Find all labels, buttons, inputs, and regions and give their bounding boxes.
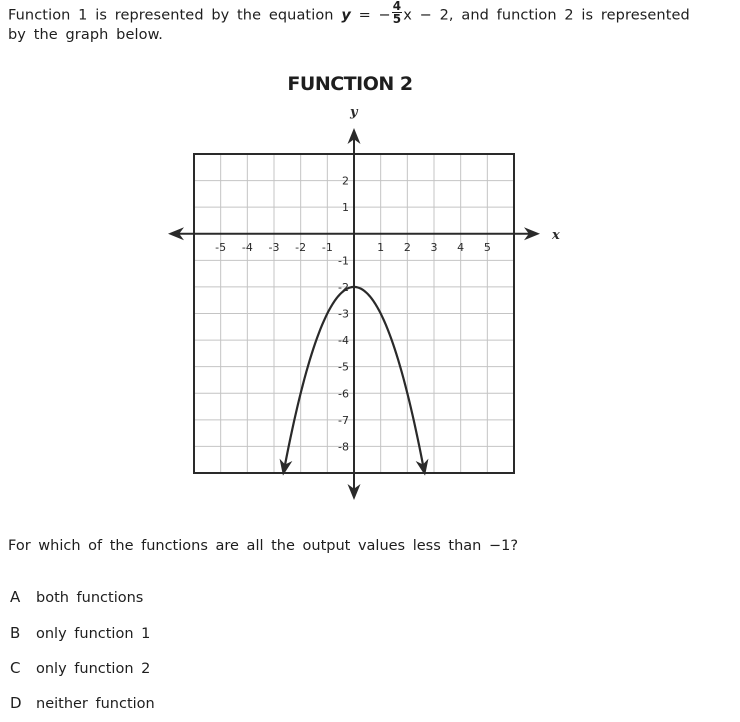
y-tick-label: 1 <box>342 201 349 214</box>
x-axis-label: x <box>551 228 560 243</box>
x-tick-label: 4 <box>457 241 464 254</box>
y-tick-label: 2 <box>342 175 349 188</box>
choice-letter: C <box>10 659 21 677</box>
x-tick-label: 5 <box>484 241 491 254</box>
y-tick-label: -8 <box>338 440 349 453</box>
x-tick-label: -2 <box>295 241 306 254</box>
y-tick-label: -1 <box>338 254 349 267</box>
choice-text: only function 2 <box>36 661 151 677</box>
y-tick-label: -4 <box>338 334 349 347</box>
choice-text: both functions <box>36 590 144 606</box>
y-tick-label: -7 <box>338 414 349 427</box>
question-text: For which of the functions are all the o… <box>8 538 519 554</box>
x-tick-label: -5 <box>215 241 226 254</box>
choice-d[interactable]: Dneither function <box>10 694 155 712</box>
choice-text: only function 1 <box>36 626 151 642</box>
function-2-graph: xy -5 -4 -3 -2 -1 1 2 3 4 521-1-2-3-4-5-6-7-8 <box>168 105 560 500</box>
choice-c[interactable]: Conly function 2 <box>10 659 150 677</box>
y-axis-label: y <box>349 105 359 120</box>
choice-a[interactable]: Aboth functions <box>10 588 143 606</box>
y-tick-label: -3 <box>338 308 349 321</box>
choice-b[interactable]: Bonly function 1 <box>10 624 150 642</box>
x-tick-label: 2 <box>404 241 411 254</box>
x-tick-label: 1 <box>377 241 384 254</box>
axes: xy <box>168 105 560 500</box>
y-tick-label: -6 <box>338 387 349 400</box>
choice-letter: A <box>10 588 21 606</box>
choice-letter: B <box>10 624 21 642</box>
x-tick-label: -1 <box>322 241 333 254</box>
choice-text: neither function <box>36 696 155 712</box>
x-tick-label: -4 <box>242 241 253 254</box>
choice-letter: D <box>10 694 22 712</box>
x-tick-label: 3 <box>431 241 438 254</box>
y-tick-label: -5 <box>338 361 349 374</box>
x-tick-label: -3 <box>269 241 280 254</box>
